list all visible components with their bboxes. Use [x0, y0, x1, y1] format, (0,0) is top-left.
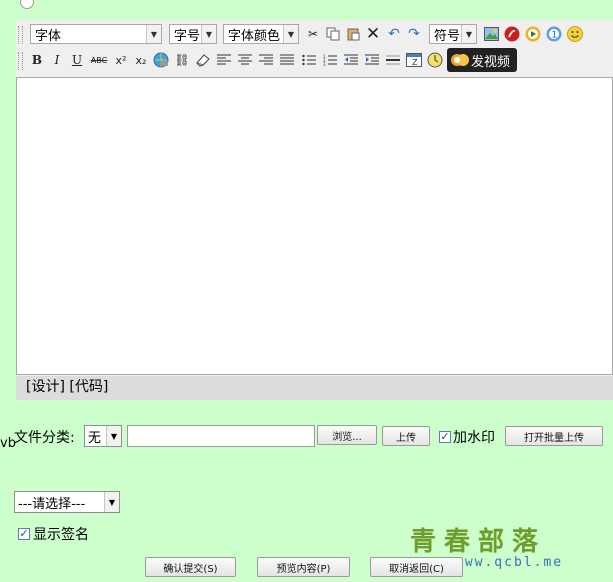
file-category-label: 文件分类:	[14, 430, 75, 446]
media-icon[interactable]	[524, 25, 542, 43]
editor-content-area[interactable]	[16, 77, 613, 375]
chevron-down-icon: ▼	[283, 25, 298, 43]
undo-icon[interactable]: ↶	[385, 25, 403, 43]
superscript-icon[interactable]: x²	[112, 51, 130, 69]
post-video-button[interactable]: 发视频	[447, 48, 517, 72]
symbol-value: 符号	[434, 28, 461, 44]
chevron-down-icon: ▼	[201, 25, 216, 43]
file-category-value: 无	[88, 430, 102, 446]
align-center-icon[interactable]	[236, 51, 254, 69]
underline-icon[interactable]: U	[68, 51, 86, 69]
svg-text:1: 1	[552, 31, 558, 41]
italic-icon[interactable]: I	[48, 51, 66, 69]
font-family-value: 字体	[35, 28, 62, 44]
align-left-icon[interactable]	[215, 51, 233, 69]
indent-icon[interactable]	[363, 51, 381, 69]
strikethrough-icon[interactable]: ABC	[88, 51, 110, 69]
preview-button[interactable]: 预览内容(P)	[257, 557, 350, 577]
top-radio[interactable]	[20, 0, 34, 9]
rich-text-editor: 字体 ▼ 字号 ▼ 字体颜色 ▼ ✂ ✕ ↶ ↷ 符号 ▼ 1 B I U AB…	[16, 20, 613, 400]
toolbar-grip	[18, 52, 23, 70]
code-mode-tab[interactable]: [代码]	[69, 379, 108, 395]
show-signature-label: 显示签名	[33, 527, 89, 543]
toolbar-grip	[18, 26, 23, 44]
subscript-icon[interactable]: x₂	[132, 51, 150, 69]
file-category-select[interactable]: 无 ▼	[84, 425, 122, 447]
numbered-list-icon[interactable]: 123	[321, 51, 339, 69]
category-select-value: ---请选择---	[18, 496, 86, 512]
upload-button[interactable]: 上传	[382, 426, 430, 446]
flash-icon[interactable]	[503, 25, 521, 43]
design-mode-tab[interactable]: [设计]	[26, 379, 65, 395]
align-justify-icon[interactable]	[278, 51, 296, 69]
copy-icon[interactable]	[324, 25, 342, 43]
paste-icon[interactable]	[344, 25, 362, 43]
chevron-down-icon: ▼	[104, 492, 119, 512]
symbol-select[interactable]: 符号 ▼	[429, 24, 477, 44]
font-color-value: 字体颜色	[228, 28, 281, 44]
cut-icon[interactable]: ✂	[304, 25, 322, 43]
show-signature-checkbox[interactable]: ✓	[18, 528, 30, 540]
svg-text:3: 3	[323, 62, 326, 66]
redo-icon[interactable]: ↷	[405, 25, 423, 43]
post-video-label: 发视频	[471, 54, 511, 70]
horizontal-rule-icon[interactable]	[384, 51, 402, 69]
special-format-icon[interactable]: Z	[405, 51, 423, 69]
align-right-icon[interactable]	[257, 51, 275, 69]
bullet-list-icon[interactable]	[300, 51, 318, 69]
browse-button[interactable]: 浏览...	[317, 425, 377, 445]
delete-icon[interactable]: ✕	[364, 24, 382, 44]
outdent-icon[interactable]	[342, 51, 360, 69]
bold-icon[interactable]: B	[28, 51, 46, 69]
watermark-label: 加水印	[453, 430, 495, 446]
hyperlink-icon[interactable]	[152, 51, 170, 69]
font-size-select[interactable]: 字号 ▼	[169, 24, 217, 44]
site-url-watermark: www.qcbl.me	[455, 555, 564, 570]
font-size-value: 字号	[174, 28, 201, 44]
font-color-select[interactable]: 字体颜色 ▼	[223, 24, 299, 44]
watermark-checkbox[interactable]: ✓	[439, 431, 451, 443]
svg-text:Z: Z	[412, 58, 418, 67]
toolbar-row-2: B I U ABC x² x₂ ⛓ 123 Z 发视频	[16, 48, 613, 74]
eraser-icon[interactable]	[194, 51, 212, 69]
editor-mode-bar: [设计] [代码]	[16, 376, 613, 400]
site-logo-watermark: 青春部落	[410, 527, 547, 557]
emoticon-icon[interactable]	[566, 25, 584, 43]
chevron-down-icon: ▼	[461, 25, 476, 43]
video-icon	[451, 54, 469, 66]
realplayer-icon[interactable]: 1	[545, 25, 563, 43]
image-icon[interactable]	[482, 25, 500, 43]
toolbar-row-1: 字体 ▼ 字号 ▼ 字体颜色 ▼ ✂ ✕ ↶ ↷ 符号 ▼ 1	[16, 22, 613, 48]
batch-upload-button[interactable]: 打开批量上传	[505, 426, 603, 446]
file-path-input[interactable]	[127, 425, 315, 447]
font-family-select[interactable]: 字体 ▼	[30, 24, 162, 44]
chevron-down-icon: ▼	[106, 426, 121, 446]
unlink-icon[interactable]: ⛓	[173, 51, 191, 69]
submit-button[interactable]: 确认提交(S)	[145, 557, 236, 577]
category-select[interactable]: ---请选择--- ▼	[14, 491, 120, 513]
chevron-down-icon: ▼	[146, 25, 161, 43]
clock-icon[interactable]	[426, 51, 444, 69]
cancel-button[interactable]: 取消返回(C)	[370, 557, 463, 577]
